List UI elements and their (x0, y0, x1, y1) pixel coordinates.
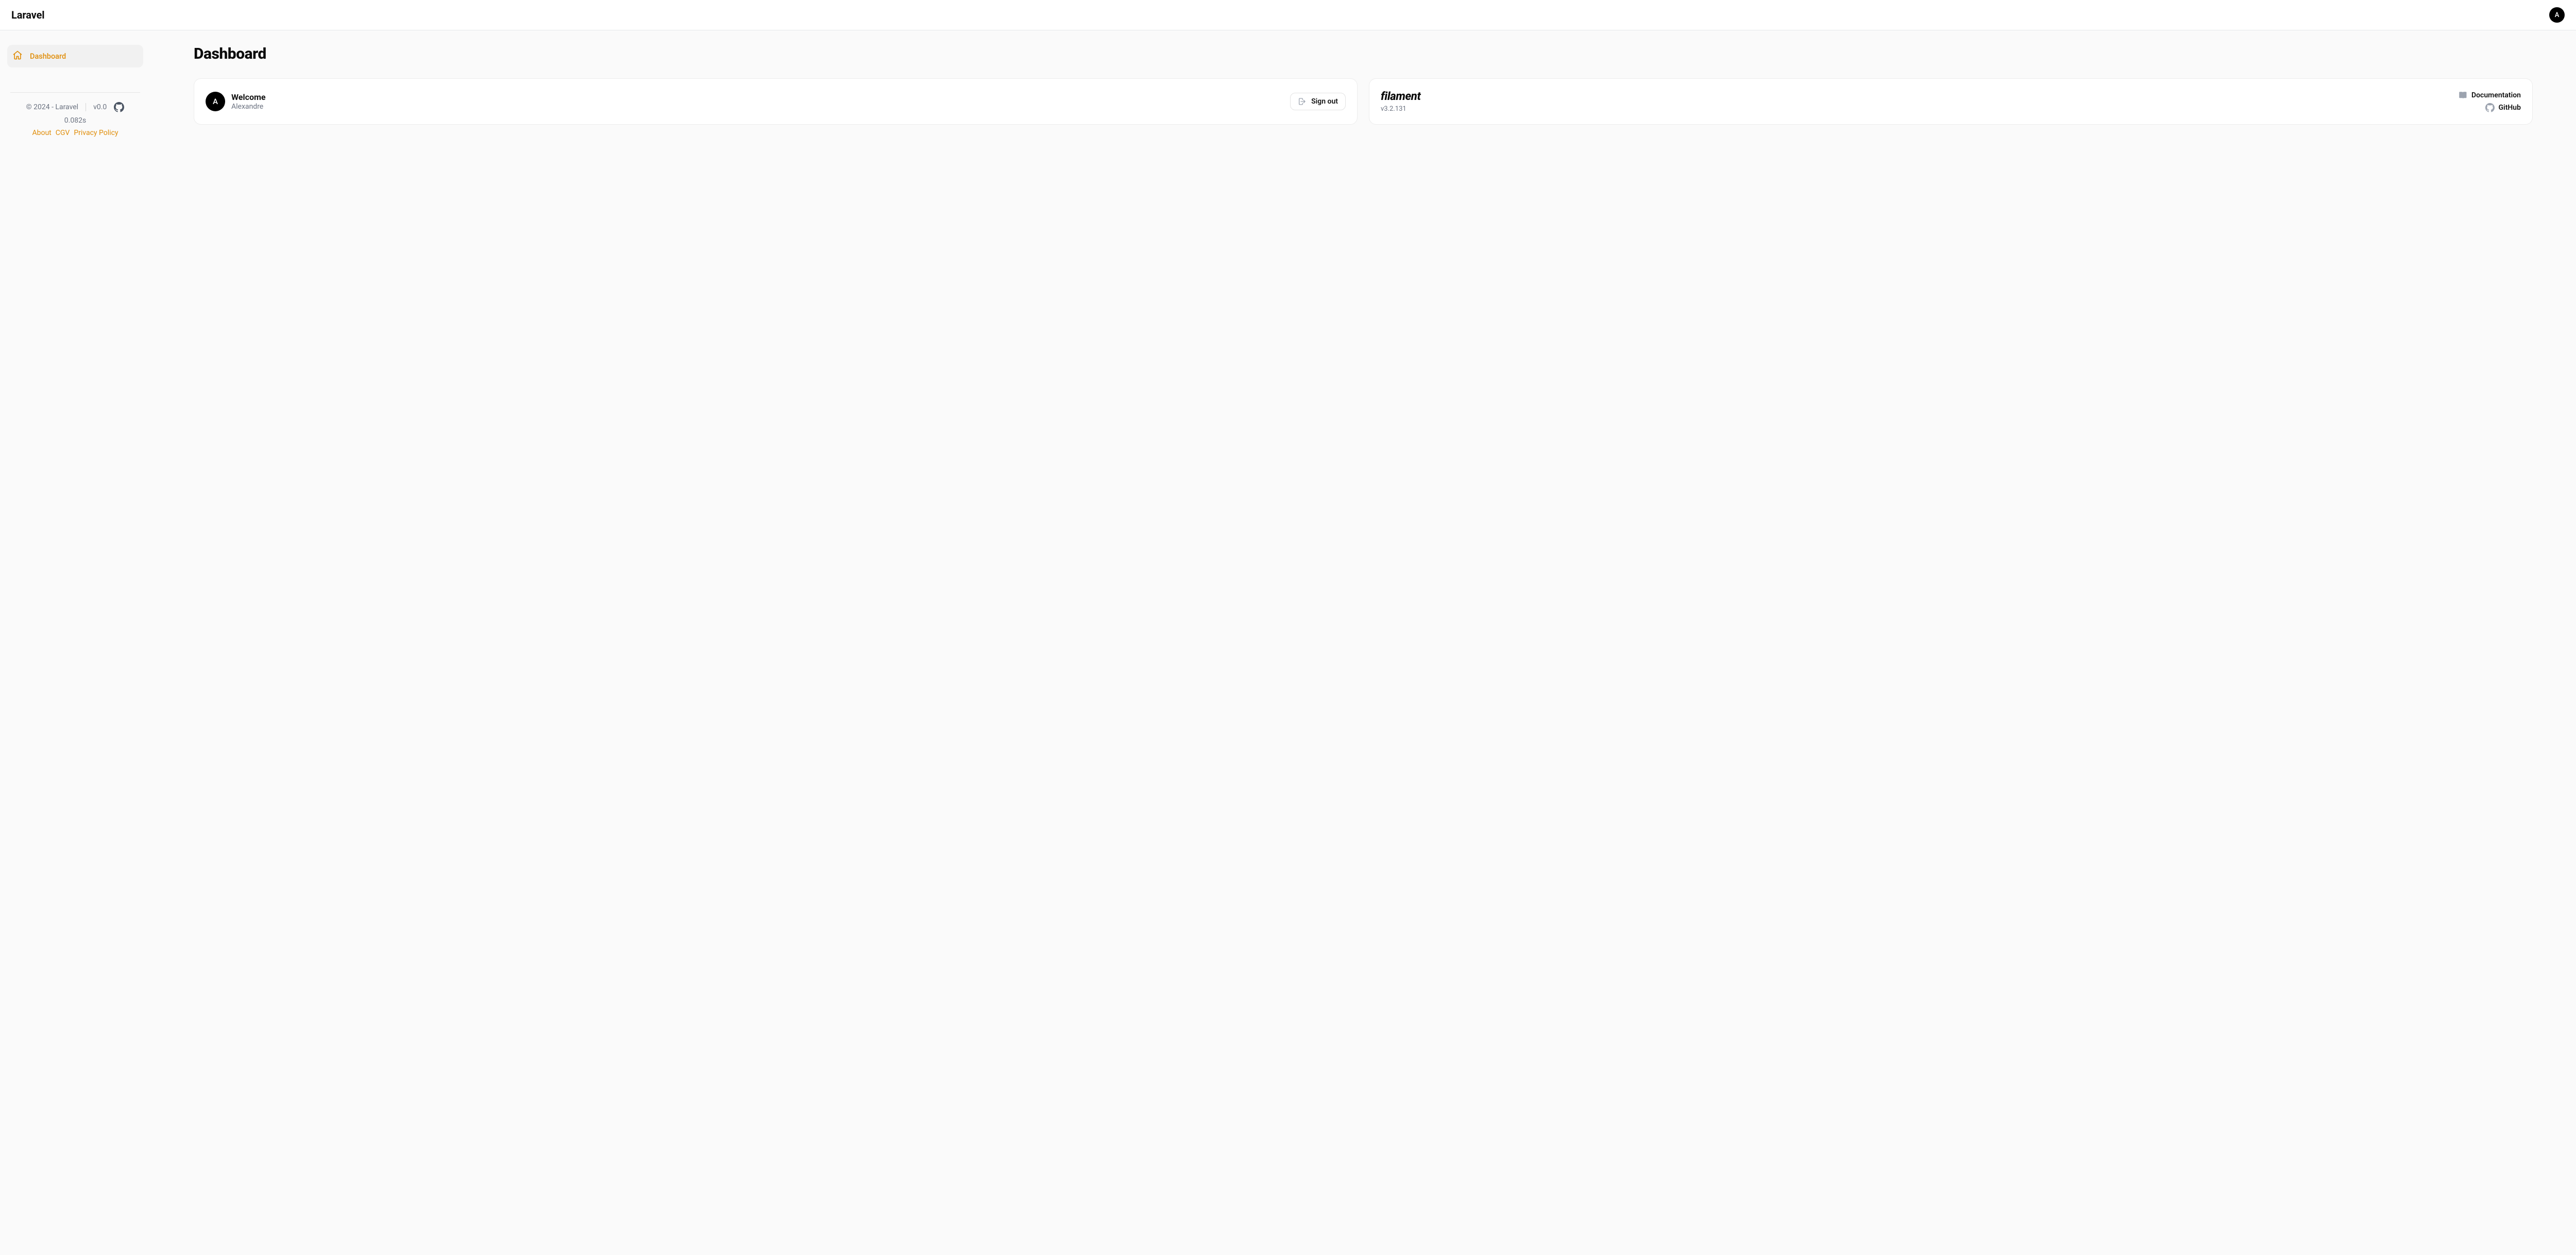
page-title: Dashboard (194, 45, 2533, 63)
sign-out-icon (1298, 97, 1306, 106)
github-label: GitHub (2499, 104, 2521, 112)
footer-timing: 0.082s (64, 116, 86, 125)
welcome-subtitle: Alexandre (231, 103, 266, 111)
sign-out-label: Sign out (1311, 97, 1338, 106)
welcome-title: Welcome (231, 92, 266, 102)
avatar-initial: A (2555, 11, 2560, 19)
user-avatar[interactable]: A (2549, 7, 2565, 23)
topbar: Laravel A (0, 0, 2576, 30)
footer-version: v0.0 (93, 103, 107, 111)
sidebar-footer: © 2024 - Laravel v0.0 0.082s About CGV P… (10, 92, 140, 137)
welcome-card: A Welcome Alexandre Sign out (194, 78, 1358, 125)
filament-card: filament v3.2.131 Documentation G (1369, 78, 2533, 125)
sidebar-item-label: Dashboard (30, 52, 66, 61)
sidebar: Dashboard © 2024 - Laravel v0.0 0.082s A… (0, 30, 150, 1255)
welcome-avatar-initial: A (213, 97, 218, 106)
github-link[interactable]: GitHub (2485, 103, 2521, 112)
footer-link-about[interactable]: About (32, 129, 51, 137)
footer-link-privacy[interactable]: Privacy Policy (74, 129, 118, 137)
welcome-avatar: A (206, 92, 225, 111)
documentation-label: Documentation (2471, 91, 2521, 99)
brand-name[interactable]: Laravel (11, 9, 44, 21)
filament-logo: filament (1381, 90, 1420, 103)
footer-copyright: © 2024 - Laravel (26, 103, 78, 111)
filament-version: v3.2.131 (1381, 105, 1420, 113)
book-icon (2458, 91, 2467, 100)
main-content: Dashboard A Welcome Alexandre (150, 30, 2576, 1255)
footer-github-link[interactable] (114, 102, 124, 112)
documentation-link[interactable]: Documentation (2458, 91, 2521, 100)
sidebar-item-dashboard[interactable]: Dashboard (7, 45, 143, 67)
github-icon (2485, 103, 2495, 112)
home-icon (12, 50, 23, 62)
sign-out-button[interactable]: Sign out (1290, 93, 1346, 110)
github-icon (114, 102, 124, 112)
footer-link-cgv[interactable]: CGV (56, 129, 70, 137)
